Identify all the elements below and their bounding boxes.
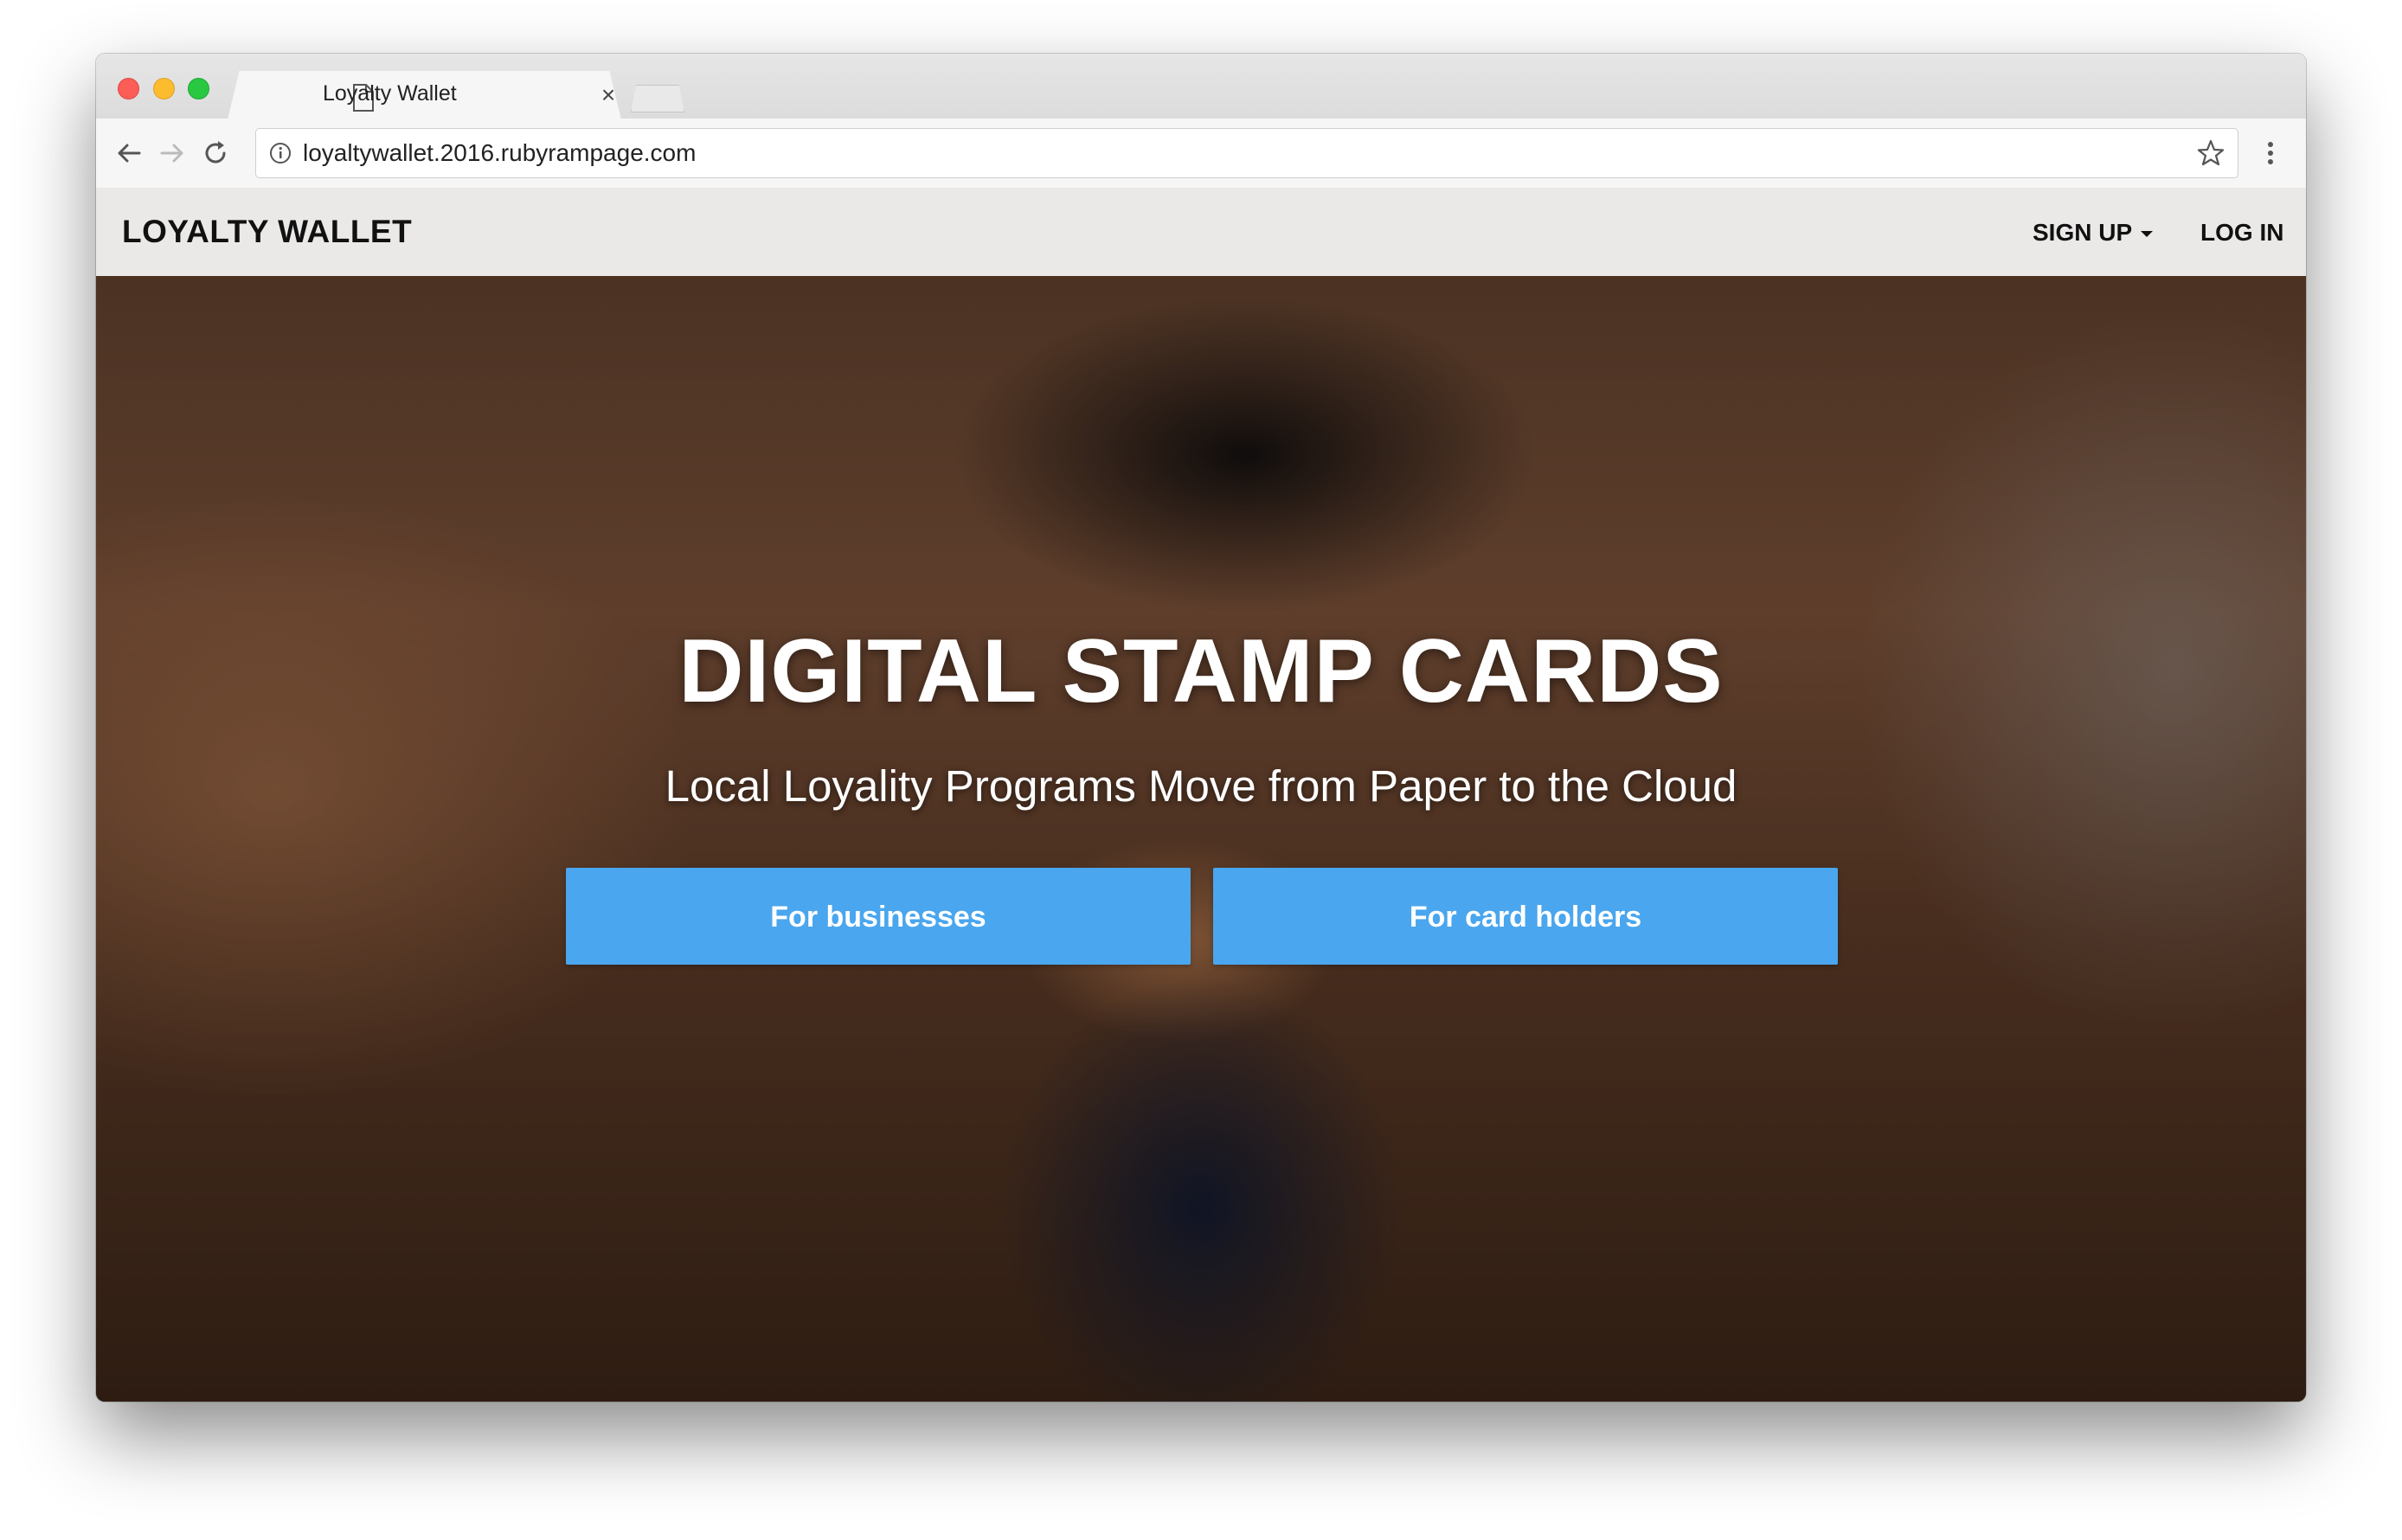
brand-logo[interactable]: LOYALTY WALLET bbox=[122, 214, 412, 250]
hero-title: DIGITAL STAMP CARDS bbox=[678, 621, 1724, 722]
for-businesses-button[interactable]: For businesses bbox=[566, 868, 1191, 965]
bookmark-star-icon[interactable] bbox=[2196, 138, 2225, 168]
hero-subtitle: Local Loyality Programs Move from Paper … bbox=[665, 761, 1737, 811]
tab-title: Loyalty Wallet bbox=[323, 81, 457, 106]
browser-window: Loyalty Wallet × loyaltywallet.2016.ruby… bbox=[96, 54, 2306, 1402]
signup-label: SIGN UP bbox=[2033, 219, 2133, 246]
new-tab-button[interactable] bbox=[631, 85, 684, 112]
info-icon[interactable] bbox=[268, 141, 292, 165]
forward-arrow-icon[interactable] bbox=[157, 138, 188, 169]
for-card-holders-button[interactable]: For card holders bbox=[1213, 868, 1838, 965]
close-window-button[interactable] bbox=[118, 78, 139, 99]
close-tab-icon[interactable]: × bbox=[595, 78, 621, 112]
browser-toolbar: loyaltywallet.2016.rubyrampage.com bbox=[96, 119, 2306, 189]
tab-strip: Loyalty Wallet × bbox=[96, 54, 2306, 119]
reload-icon[interactable] bbox=[200, 138, 231, 169]
page-content: LOYALTY WALLET SIGN UP LOG IN DIGITAL ST… bbox=[96, 188, 2306, 1402]
site-navbar: LOYALTY WALLET SIGN UP LOG IN bbox=[96, 188, 2306, 276]
zoom-window-button[interactable] bbox=[188, 78, 209, 99]
back-arrow-icon[interactable] bbox=[113, 138, 145, 169]
url-text[interactable]: loyaltywallet.2016.rubyrampage.com bbox=[303, 139, 696, 167]
caret-down-icon bbox=[2141, 231, 2154, 238]
signup-dropdown[interactable]: SIGN UP bbox=[2033, 219, 2154, 247]
address-bar[interactable]: loyaltywallet.2016.rubyrampage.com bbox=[255, 128, 2238, 178]
minimize-window-button[interactable] bbox=[153, 78, 175, 99]
login-link[interactable]: LOG IN bbox=[2200, 219, 2283, 247]
browser-menu-icon[interactable] bbox=[2264, 138, 2277, 169]
